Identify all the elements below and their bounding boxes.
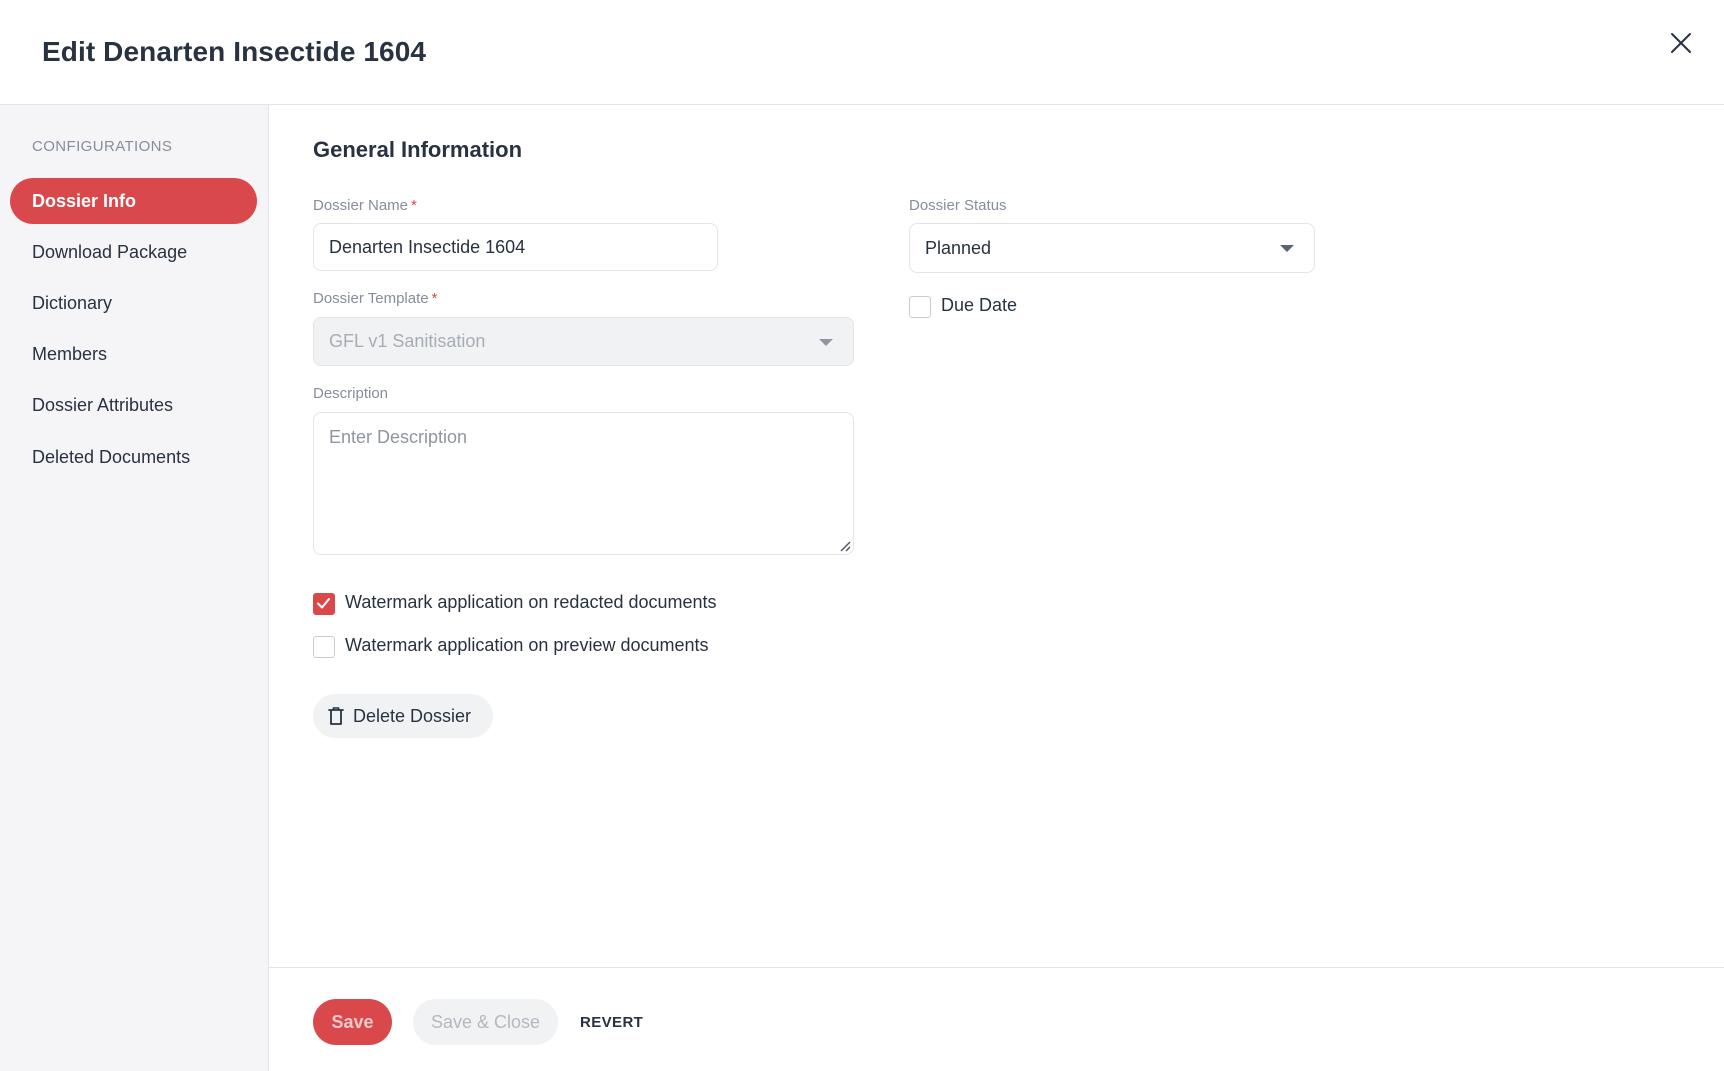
- required-marker: *: [431, 290, 438, 307]
- description-label: Description: [313, 385, 389, 402]
- save-button[interactable]: Save: [313, 999, 392, 1045]
- sidebar-heading: CONFIGURATIONS: [32, 138, 173, 155]
- dossier-template-label: Dossier Template *: [313, 290, 437, 307]
- close-button[interactable]: [1664, 26, 1698, 60]
- sidebar-item-dossier-info[interactable]: Dossier Info: [10, 178, 257, 224]
- dossier-template-value: GFL v1 Sanitisation: [329, 331, 486, 351]
- dossier-name-label-text: Dossier Name: [313, 197, 409, 214]
- sidebar-item-dossier-attributes[interactable]: Dossier Attributes: [10, 382, 257, 428]
- sidebar-item-label: Members: [32, 343, 108, 364]
- dossier-template-label-text: Dossier Template: [313, 290, 429, 307]
- sidebar-item-members[interactable]: Members: [10, 331, 257, 377]
- caret-down-icon: [819, 338, 833, 346]
- dossier-status-value: Planned: [925, 237, 992, 258]
- sidebar-item-label: Dossier Attributes: [32, 394, 174, 415]
- watermark-preview-label: Watermark application on preview documen…: [345, 635, 709, 655]
- dialog-footer: Save Save & Close REVERT: [269, 967, 1724, 1071]
- sidebar: CONFIGURATIONS Dossier Info Download Pac…: [0, 105, 269, 1071]
- sidebar-item-deleted-documents[interactable]: Deleted Documents: [10, 434, 257, 480]
- sidebar-item-label: Dossier Info: [32, 190, 137, 211]
- description-textarea[interactable]: Enter Description: [313, 412, 854, 555]
- delete-dossier-label: Delete Dossier: [353, 705, 472, 726]
- due-date-label: Due Date: [941, 295, 1018, 315]
- checkmark-icon: [317, 598, 330, 609]
- dossier-name-input[interactable]: Denarten Insectide 1604: [313, 223, 718, 271]
- watermark-preview-checkbox[interactable]: [313, 636, 335, 658]
- dossier-name-label: Dossier Name *: [313, 197, 417, 214]
- close-icon: [1671, 33, 1691, 53]
- edit-dossier-dialog: Edit Denarten Insectide 1604 CONFIGURATI…: [0, 0, 1724, 1071]
- delete-dossier-button[interactable]: Delete Dossier: [313, 694, 493, 738]
- dialog-title: Edit Denarten Insectide 1604: [42, 36, 427, 67]
- resize-grip-icon[interactable]: [837, 538, 851, 552]
- dossier-status-label: Dossier Status: [909, 197, 1007, 214]
- sidebar-item-label: Dictionary: [32, 292, 113, 313]
- dossier-status-select[interactable]: Planned: [909, 223, 1315, 273]
- revert-button[interactable]: REVERT: [580, 999, 643, 1045]
- dossier-template-select: GFL v1 Sanitisation: [313, 317, 854, 366]
- description-placeholder: Enter Description: [329, 427, 468, 447]
- sidebar-item-download-package[interactable]: Download Package: [10, 229, 257, 275]
- watermark-redacted-label: Watermark application on redacted docume…: [345, 592, 717, 612]
- due-date-checkbox[interactable]: [909, 296, 931, 318]
- section-title: General Information: [313, 137, 523, 162]
- dialog-header: Edit Denarten Insectide 1604: [0, 0, 1724, 105]
- trash-icon: [328, 707, 344, 725]
- main-content: General Information Dossier Name * Denart…: [269, 105, 1724, 968]
- watermark-redacted-checkbox[interactable]: [313, 593, 335, 615]
- dossier-name-value: Denarten Insectide 1604: [329, 236, 526, 257]
- caret-down-icon: [1280, 245, 1294, 252]
- required-marker: *: [411, 197, 417, 214]
- sidebar-item-label: Deleted Documents: [32, 446, 191, 467]
- save-and-close-button[interactable]: Save & Close: [413, 999, 558, 1045]
- sidebar-item-label: Download Package: [32, 241, 188, 262]
- sidebar-item-dictionary[interactable]: Dictionary: [10, 280, 257, 326]
